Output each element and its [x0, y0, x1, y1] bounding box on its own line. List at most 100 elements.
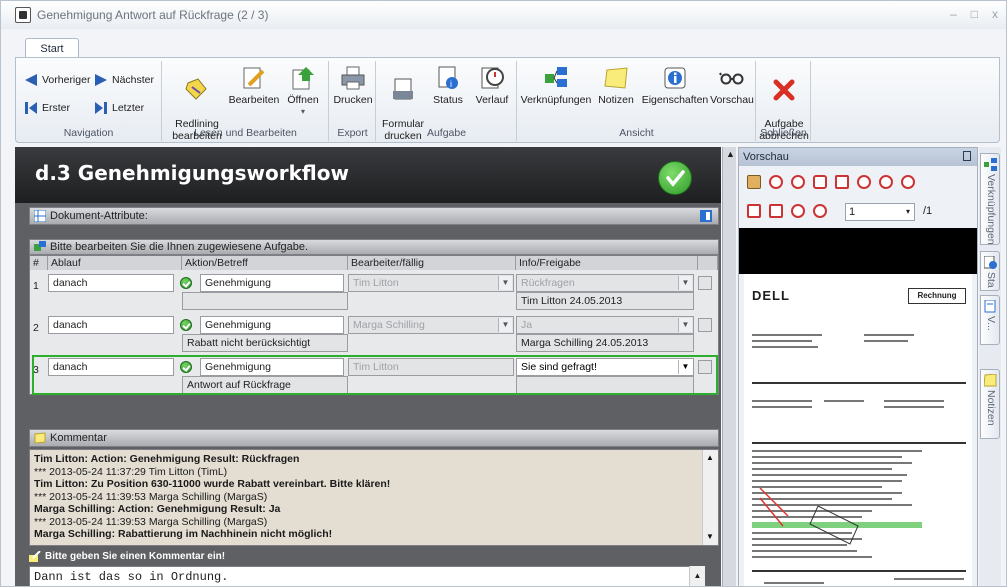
clock-history-icon [479, 65, 505, 91]
first-page-icon [24, 101, 38, 115]
preview-toolbar-1 [747, 175, 915, 189]
move-icon[interactable] [769, 175, 783, 189]
comment-scrollbar[interactable]: ▲ ▼ [702, 450, 718, 545]
drucken-button[interactable]: Drucken [332, 65, 374, 106]
document-pane: d.3 Genehmigungsworkflow Dokument-Attrib… [15, 147, 721, 586]
col-header-ablauf: Ablauf [48, 256, 182, 270]
rotate-left-icon[interactable] [791, 204, 805, 218]
links-icon [984, 158, 997, 171]
rotate-right-icon[interactable] [813, 204, 827, 218]
grid-icon [34, 210, 46, 222]
page-forward-icon[interactable] [769, 204, 783, 218]
scroll-up-icon[interactable]: ▲ [726, 149, 735, 159]
bearbeiter-select[interactable]: Tim Litton ▼ [348, 274, 514, 292]
sidetab-status[interactable]: Sta [980, 251, 1000, 291]
document-icon [984, 300, 996, 313]
page-back-icon[interactable] [747, 204, 761, 218]
app-icon [15, 7, 31, 23]
sidetab-v[interactable]: V... [980, 295, 1000, 345]
cancel-x-icon [771, 77, 797, 103]
row-checkbox[interactable] [698, 318, 712, 332]
ribbon: Vorheriger Nächster Erster Letzter Navig… [15, 57, 1000, 143]
check-icon [180, 277, 192, 289]
tab-start[interactable]: Start [25, 38, 79, 59]
dropdown-arrow-icon[interactable]: ▾ [906, 204, 910, 220]
eigenschaften-button[interactable]: Eigenschaften [640, 65, 710, 106]
verlauf-button[interactable]: Verlauf [471, 65, 513, 106]
betreff-cell: Rabatt nicht berücksichtigt [182, 334, 348, 352]
comment-input[interactable]: Dann ist das so in Ordnung. [29, 566, 705, 586]
document-preview[interactable]: DELL Rechnung [744, 274, 972, 586]
fit-page-icon[interactable] [747, 175, 761, 189]
form-print-icon [390, 77, 416, 103]
close-button[interactable]: x [992, 7, 998, 21]
info-select[interactable]: Rückfragen ▼ [516, 274, 694, 292]
redline-stamp-icon [759, 487, 859, 545]
input-scrollbar[interactable]: ▲ [689, 566, 705, 586]
sidetab-notizen[interactable]: Notizen [980, 369, 1000, 439]
bearbeiten-label: Bearbeiten [228, 94, 280, 106]
last-button[interactable]: Letzter [94, 101, 144, 115]
vorschau-button[interactable]: Vorschau [710, 65, 754, 106]
scroll-down-icon[interactable]: ▼ [706, 531, 714, 544]
row-number: 2 [33, 322, 39, 334]
page-number-input[interactable]: 1 ▾ [845, 203, 915, 221]
preview-title-bar: Vorschau [739, 148, 977, 166]
ribbon-tabstrip: Start [15, 36, 1000, 59]
verknuepfungen-button[interactable]: Verknüpfungen [518, 65, 594, 106]
links-icon [543, 65, 569, 91]
dropdown-arrow-icon: ▼ [678, 318, 692, 332]
arrow-left-icon [24, 73, 38, 87]
aktion-cell: Genehmigung [200, 274, 344, 292]
sidetab-notizen-label: Notizen [985, 390, 997, 426]
col-header-num: # [30, 256, 48, 270]
status-label: Status [433, 94, 463, 106]
comment-history[interactable]: Tim Litton: Action: Genehmigung Result: … [29, 449, 719, 546]
active-row-highlight [32, 355, 718, 395]
bearbeiter-select[interactable]: Marga Schilling ▼ [348, 316, 514, 334]
aktion-cell: Genehmigung [200, 316, 344, 334]
bearbeiten-button[interactable]: Bearbeiten [227, 65, 281, 106]
next-label: Nächster [112, 74, 155, 86]
col-header-aktion: Aktion/Betreff [182, 256, 348, 270]
side-tabs: Verknüpfungen Sta V... Notizen [979, 147, 1001, 586]
scroll-up-icon[interactable]: ▲ [694, 571, 702, 580]
oeffnen-label: Öffnen [287, 94, 319, 106]
next-button[interactable]: Nächster [94, 73, 154, 87]
minimize-button[interactable]: – [950, 7, 957, 21]
comment-prompt-label: Bitte geben Sie einen Kommentar ein! [45, 551, 226, 562]
prev-button[interactable]: Vorheriger [24, 73, 90, 87]
comment-line: Marga Schilling: Action: Genehmigung Res… [34, 503, 281, 515]
ribbon-group-schliessen: Aufgabe abbrechen Schließen [757, 61, 811, 142]
scroll-up-icon[interactable]: ▲ [706, 452, 714, 465]
row-checkbox[interactable] [698, 276, 712, 290]
freigabe-cell: Tim Litton 24.05.2013 [516, 292, 694, 310]
pin-icon[interactable] [963, 151, 971, 161]
zoom-icon[interactable] [857, 175, 871, 189]
status-button[interactable]: i Status [429, 65, 467, 106]
status-icon: i [435, 65, 461, 91]
page-total: /1 [923, 205, 933, 217]
notizen-button[interactable]: Notizen [594, 65, 638, 106]
maximize-button[interactable]: □ [971, 7, 978, 21]
attributes-header[interactable]: Dokument-Attribute: [29, 207, 719, 225]
last-label: Letzter [112, 102, 145, 114]
edit-pencil-icon [241, 65, 267, 91]
svg-text:i: i [450, 79, 452, 89]
ribbon-group-export: Drucken Export [330, 61, 376, 141]
oeffnen-button[interactable]: Öffnen ▾ [283, 65, 323, 118]
sidetab-verknuepfungen[interactable]: Verknüpfungen [980, 153, 1000, 245]
pane-splitter[interactable]: ▲ [722, 147, 736, 586]
sidetab-status-label: Sta [985, 272, 997, 288]
first-button[interactable]: Erster [24, 101, 70, 115]
info-select[interactable]: Ja ▼ [516, 316, 694, 334]
zoom-rect-icon[interactable] [835, 175, 849, 189]
expand-panel-icon[interactable] [700, 210, 712, 222]
zoom-in-icon[interactable] [879, 175, 893, 189]
verknuepfungen-label: Verknüpfungen [520, 94, 592, 106]
pan-icon[interactable] [791, 175, 805, 189]
ribbon-group-lesen: Redlining bearbeiten Bearbeiten Öffnen ▾… [163, 61, 329, 142]
select-icon[interactable] [813, 175, 827, 189]
redlining-icon [184, 77, 210, 103]
zoom-out-icon[interactable] [901, 175, 915, 189]
